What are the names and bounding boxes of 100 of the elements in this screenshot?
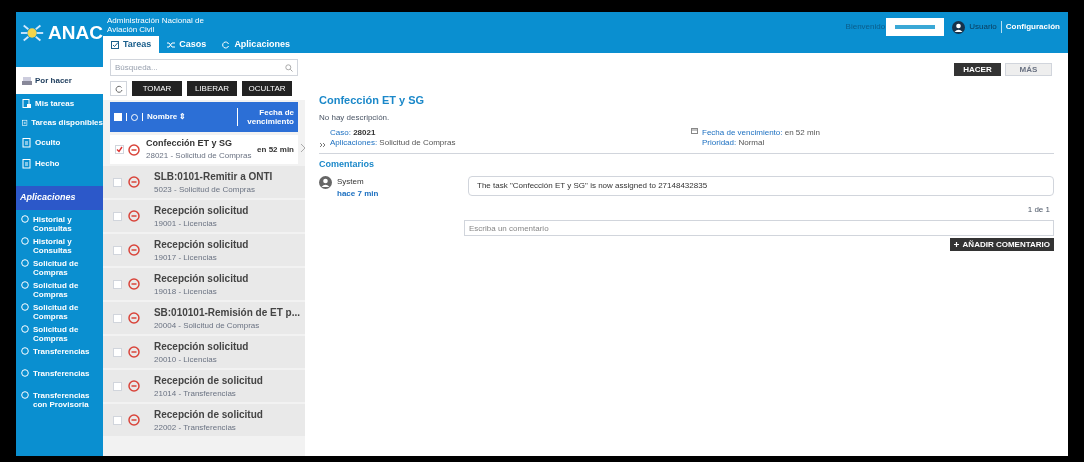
- application-item[interactable]: Transferencias con Provisoria: [16, 390, 103, 409]
- task-title: Recepción de solicitud: [154, 373, 263, 388]
- comments-heading: Comentarios: [319, 157, 375, 171]
- task-row[interactable]: Recepción solicitud 19018 - Licencias: [103, 268, 305, 300]
- application-item[interactable]: Solicitud de Compras: [16, 280, 103, 299]
- task-title: Recepción solicitud: [154, 203, 249, 218]
- search-field[interactable]: Búsqueda...: [110, 59, 298, 76]
- application-item[interactable]: Historial y Consultas: [16, 214, 103, 233]
- task-subtitle: 20004 - Solicitud de Compras: [153, 319, 261, 332]
- minus-circle-icon: [128, 380, 140, 392]
- comment-bubble: The task "Confección ET y SG" is now assigned to 27148432835: [468, 176, 1054, 196]
- welcome-text: Bienvenido: [845, 21, 886, 33]
- application-item[interactable]: Solicitud de Compras: [16, 324, 103, 343]
- minus-circle-icon: [128, 176, 140, 188]
- circle-icon: [21, 302, 29, 311]
- task-row[interactable]: Recepción de solicitud 22002 - Transferencias: [103, 404, 305, 436]
- tab[interactable]: Aplicaciones: [214, 36, 298, 53]
- document-icon: [22, 137, 32, 148]
- refresh-icon: [114, 84, 123, 93]
- case-info: Caso: 28021: [330, 127, 377, 138]
- task-title: Recepción de solicitud: [154, 407, 263, 422]
- task-row[interactable]: Recepción de solicitud 21014 - Transferencias: [103, 370, 305, 402]
- tab[interactable]: Tareas: [103, 36, 160, 53]
- circle-icon: [21, 258, 29, 267]
- task-row[interactable]: SB:010101-Remisión de ET p... 20004 - Solicitud de Compras: [103, 302, 305, 334]
- minus-circle-icon: [128, 244, 140, 256]
- column-header[interactable]: Nombre ⇕: [147, 111, 187, 123]
- settings-link[interactable]: Configuración: [1005, 21, 1060, 33]
- checkbox[interactable]: [115, 145, 124, 154]
- redacted-box: [886, 18, 945, 36]
- add-comment-button[interactable]: AÑADIR COMENTARIO: [949, 238, 1054, 251]
- nav-item[interactable]: Oculto: [16, 132, 103, 153]
- checkbox-icon: [111, 40, 119, 49]
- minus-circle-icon: [128, 278, 140, 290]
- task-subtitle: 20010 - Licencias: [154, 353, 218, 366]
- task-row[interactable]: Recepción solicitud 19017 - Licencias: [103, 234, 305, 266]
- tab[interactable]: Casos: [159, 36, 215, 53]
- action-button[interactable]: LIBERAR: [187, 81, 237, 96]
- task-title: SB:010101-Remisión de ET p...: [153, 305, 299, 320]
- circle-icon: [21, 390, 29, 399]
- priority-info: Prioridad: Normal: [702, 137, 766, 148]
- application-item[interactable]: Solicitud de Compras: [16, 302, 103, 321]
- pagination-text: 1 de 1: [1026, 204, 1050, 216]
- task-title: Recepción solicitud: [154, 237, 249, 252]
- task-subtitle: 21014 - Transferencias: [154, 387, 237, 400]
- minus-circle-icon: [127, 312, 140, 324]
- logo-text: ANAC: [48, 23, 103, 42]
- agency-name: Administración Nacional de Aviación Civil: [107, 16, 205, 34]
- action-button[interactable]: HACER: [954, 63, 1001, 76]
- refresh-button[interactable]: [110, 81, 127, 96]
- avatar-icon: [319, 176, 332, 189]
- minus-circle-icon: [128, 414, 140, 426]
- task-title: Recepción solicitud: [154, 271, 249, 286]
- circle-icon: [21, 214, 29, 223]
- task-subtitle: 5023 - Solicitud de Compras: [154, 183, 256, 196]
- column-header[interactable]: Fecha de vencimiento: [242, 108, 294, 126]
- task-row[interactable]: Recepción solicitud 19001 - Licencias: [103, 200, 305, 232]
- calendar-icon: [691, 127, 698, 134]
- user-menu[interactable]: Usuario: [969, 21, 997, 33]
- due-date-info: Fecha de vencimiento: en 52 min: [702, 127, 820, 138]
- task-subtitle: 28021 - Solicitud de Compras: [146, 150, 252, 163]
- document-icon: [22, 98, 32, 109]
- task-title: SLB:0101-Remitir a ONTI: [154, 169, 273, 184]
- shuffle-icon: [167, 40, 176, 49]
- task-title: Confección ET y SG: [146, 136, 233, 150]
- nav-item[interactable]: Mis tareas: [16, 94, 103, 113]
- comment-field[interactable]: Escriba un comentario: [464, 220, 1054, 236]
- task-title: Recepción solicitud: [154, 339, 249, 354]
- description: No hay descripción.: [319, 111, 391, 124]
- task-subtitle: 19001 - Licencias: [154, 217, 218, 230]
- chevron-right-icon: [300, 143, 305, 153]
- tray-icon: [22, 75, 32, 86]
- nav-item[interactable]: Por hacer: [16, 67, 103, 94]
- task-title: Confección ET y SG: [319, 93, 426, 108]
- application-item[interactable]: Transferencias: [16, 368, 103, 387]
- minus-circle-icon: [128, 346, 140, 358]
- refresh-icon: [222, 40, 231, 49]
- application-item[interactable]: Transferencias: [16, 346, 103, 365]
- application-info: Aplicaciones: Solicitud de Compras: [330, 137, 456, 148]
- due-time: en 52 min: [257, 143, 294, 156]
- application-item[interactable]: Solicitud de Compras: [16, 258, 103, 277]
- comment-time: hace 7 min: [337, 188, 380, 200]
- circle-icon: [21, 368, 29, 377]
- nav-item[interactable]: Tareas disponibles: [16, 113, 103, 132]
- action-button[interactable]: MÁS: [1005, 63, 1052, 76]
- action-button[interactable]: TOMAR: [132, 81, 182, 96]
- task-row[interactable]: SLB:0101-Remitir a ONTI 5023 - Solicitud de Compras: [103, 166, 305, 198]
- task-row[interactable]: Recepción solicitud 20010 - Licencias: [103, 336, 305, 368]
- circle-icon: [21, 324, 29, 333]
- search-icon: [285, 63, 293, 72]
- task-subtitle: 22002 - Transferencias: [154, 421, 237, 434]
- plus-icon: [953, 242, 959, 247]
- select-all-checkbox[interactable]: [114, 113, 122, 121]
- circle-icon: [21, 346, 29, 355]
- application-item[interactable]: Historial y Consultas: [16, 236, 103, 255]
- minus-circle-icon: [128, 210, 140, 222]
- minus-circle-icon: [128, 143, 140, 156]
- circle-icon: [21, 280, 29, 289]
- action-button[interactable]: OCULTAR: [242, 81, 292, 96]
- nav-item[interactable]: Hecho: [16, 153, 103, 174]
